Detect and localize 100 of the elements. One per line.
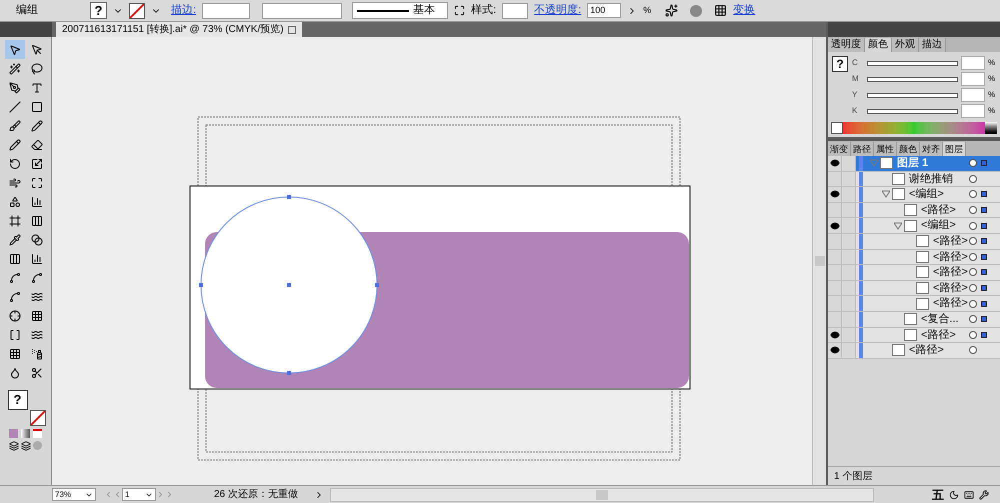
tool-button[interactable]: [4, 40, 24, 59]
stroke-swatch[interactable]: [129, 2, 145, 18]
eye-icon[interactable]: [830, 345, 840, 356]
layer-thumbnail: [892, 172, 905, 185]
layer-row[interactable]: <复合...: [828, 312, 1000, 328]
value-field[interactable]: [961, 72, 985, 86]
stroke-link[interactable]: 描边:: [171, 2, 196, 19]
layer-row[interactable]: <编组>: [828, 187, 1000, 203]
layer-row[interactable]: <编组>: [828, 218, 1000, 234]
zoom-dropdown[interactable]: 73%: [52, 488, 96, 501]
wrench-icon[interactable]: [979, 490, 989, 500]
stroke-profile-dropdown[interactable]: 基本: [352, 2, 448, 19]
layer-row[interactable]: <路径>: [828, 328, 1000, 344]
eye-icon[interactable]: [830, 330, 840, 340]
panel-tab[interactable]: 图层: [943, 142, 966, 156]
slider-track[interactable]: [867, 76, 958, 82]
gradient-swatch[interactable]: [985, 122, 997, 134]
tool-icon: [30, 214, 42, 226]
layer-row[interactable]: <路径>: [828, 280, 1000, 296]
panel-header-bar: [0, 22, 52, 37]
value-field[interactable]: [961, 56, 985, 70]
layer-thumbnail: [916, 235, 929, 248]
variable-width-field[interactable]: [262, 2, 342, 18]
eye-icon[interactable]: [830, 189, 840, 200]
artboard-dropdown[interactable]: 1: [122, 488, 156, 501]
grid-icon[interactable]: [714, 4, 728, 17]
panel-tab[interactable]: 透明度: [828, 38, 865, 52]
color-spectrum[interactable]: [843, 122, 985, 134]
vertical-scrollbar[interactable]: [812, 37, 826, 485]
panel-tab[interactable]: 颜色: [897, 142, 920, 156]
layer-name: 图层 1: [897, 156, 928, 172]
layer-row[interactable]: <路径>: [828, 265, 1000, 281]
sparkle-icon[interactable]: [665, 4, 678, 17]
ime-mode[interactable]: 五: [932, 486, 944, 503]
style-dropdown[interactable]: [502, 2, 528, 18]
layer-thumbnail: [904, 328, 917, 341]
panel-tab[interactable]: 路径: [851, 142, 874, 156]
layer-row[interactable]: 谢绝推销: [828, 172, 1000, 188]
layer-count: 1 个图层: [834, 470, 872, 484]
gradient-mode-icon[interactable]: [21, 429, 30, 438]
panel-tab[interactable]: 外观: [892, 38, 919, 52]
panel-tab[interactable]: 渐变: [828, 142, 851, 156]
tool-icon: [8, 328, 20, 340]
moon-icon[interactable]: [949, 490, 959, 500]
horizontal-scrollbar[interactable]: [330, 488, 874, 502]
color-mode-icon[interactable]: [9, 429, 18, 438]
stroke-swatch[interactable]: [30, 410, 46, 426]
layer-row[interactable]: <路径>: [828, 343, 1000, 359]
value-field[interactable]: [961, 104, 985, 118]
panel-tab[interactable]: 对齐: [920, 142, 943, 156]
stroke-weight-field[interactable]: [202, 2, 250, 18]
layer-name: <路径>: [909, 343, 944, 358]
fill-swatch[interactable]: ?: [8, 390, 28, 410]
panel-tab[interactable]: 描边: [919, 38, 946, 52]
opacity-field[interactable]: 100: [587, 3, 622, 18]
tool-icon: [30, 62, 42, 74]
tool-icon: [30, 252, 42, 264]
channel-label: K: [852, 105, 858, 117]
layer-name: <路径>: [933, 250, 968, 265]
expand-triangle-icon[interactable]: [882, 190, 890, 198]
document-tab[interactable]: 200711613171151 [转换].ai* @ 73% (CMYK/预览): [56, 22, 302, 37]
selection-label: 编组: [15, 3, 39, 18]
tool-icon: [8, 158, 20, 170]
layer-name: <路径>: [933, 296, 968, 312]
opacity-link[interactable]: 不透明度:: [534, 2, 582, 19]
eye-icon[interactable]: [830, 158, 840, 168]
history-status: 26 次还原：无重做: [214, 488, 299, 502]
layer-row[interactable]: <路径>: [828, 296, 1000, 312]
panel-tab[interactable]: 颜色: [865, 38, 892, 52]
layer-thumbnail: [892, 188, 905, 200]
panel-tab[interactable]: 属性: [874, 142, 897, 156]
eye-icon[interactable]: [830, 220, 840, 231]
layer-row[interactable]: 图层 1: [828, 156, 1000, 172]
layer-name: <路径>: [921, 328, 956, 343]
none-swatch[interactable]: [831, 122, 843, 134]
tool-icon: [30, 196, 42, 208]
channel-label: M: [852, 73, 860, 85]
slider-track[interactable]: [867, 92, 958, 98]
none-mode-icon[interactable]: [33, 429, 42, 438]
keyboard-icon[interactable]: [964, 490, 974, 500]
fill-swatch[interactable]: ?: [90, 2, 107, 19]
draw-mode-icon[interactable]: [9, 441, 19, 451]
tool-icon: [30, 82, 42, 94]
tool-icon: [8, 234, 20, 246]
tool-icon: [30, 310, 42, 322]
slider-track[interactable]: [867, 60, 958, 66]
tool-icon: [8, 82, 20, 94]
slider-track[interactable]: [867, 108, 958, 114]
tool-icon: [8, 138, 20, 150]
selected-circle[interactable]: [199, 195, 379, 375]
expand-icon[interactable]: [454, 5, 466, 16]
layer-row[interactable]: <路径>: [828, 250, 1000, 266]
draw-mode-icon[interactable]: [21, 441, 31, 451]
layer-row[interactable]: <路径>: [828, 234, 1000, 250]
transform-link[interactable]: 变换: [733, 2, 756, 19]
layer-row[interactable]: <路径>: [828, 202, 1000, 218]
value-field[interactable]: [961, 88, 985, 102]
close-icon[interactable]: [288, 26, 296, 34]
expand-triangle-icon[interactable]: [894, 222, 902, 230]
fill-swatch[interactable]: ?: [832, 56, 848, 72]
